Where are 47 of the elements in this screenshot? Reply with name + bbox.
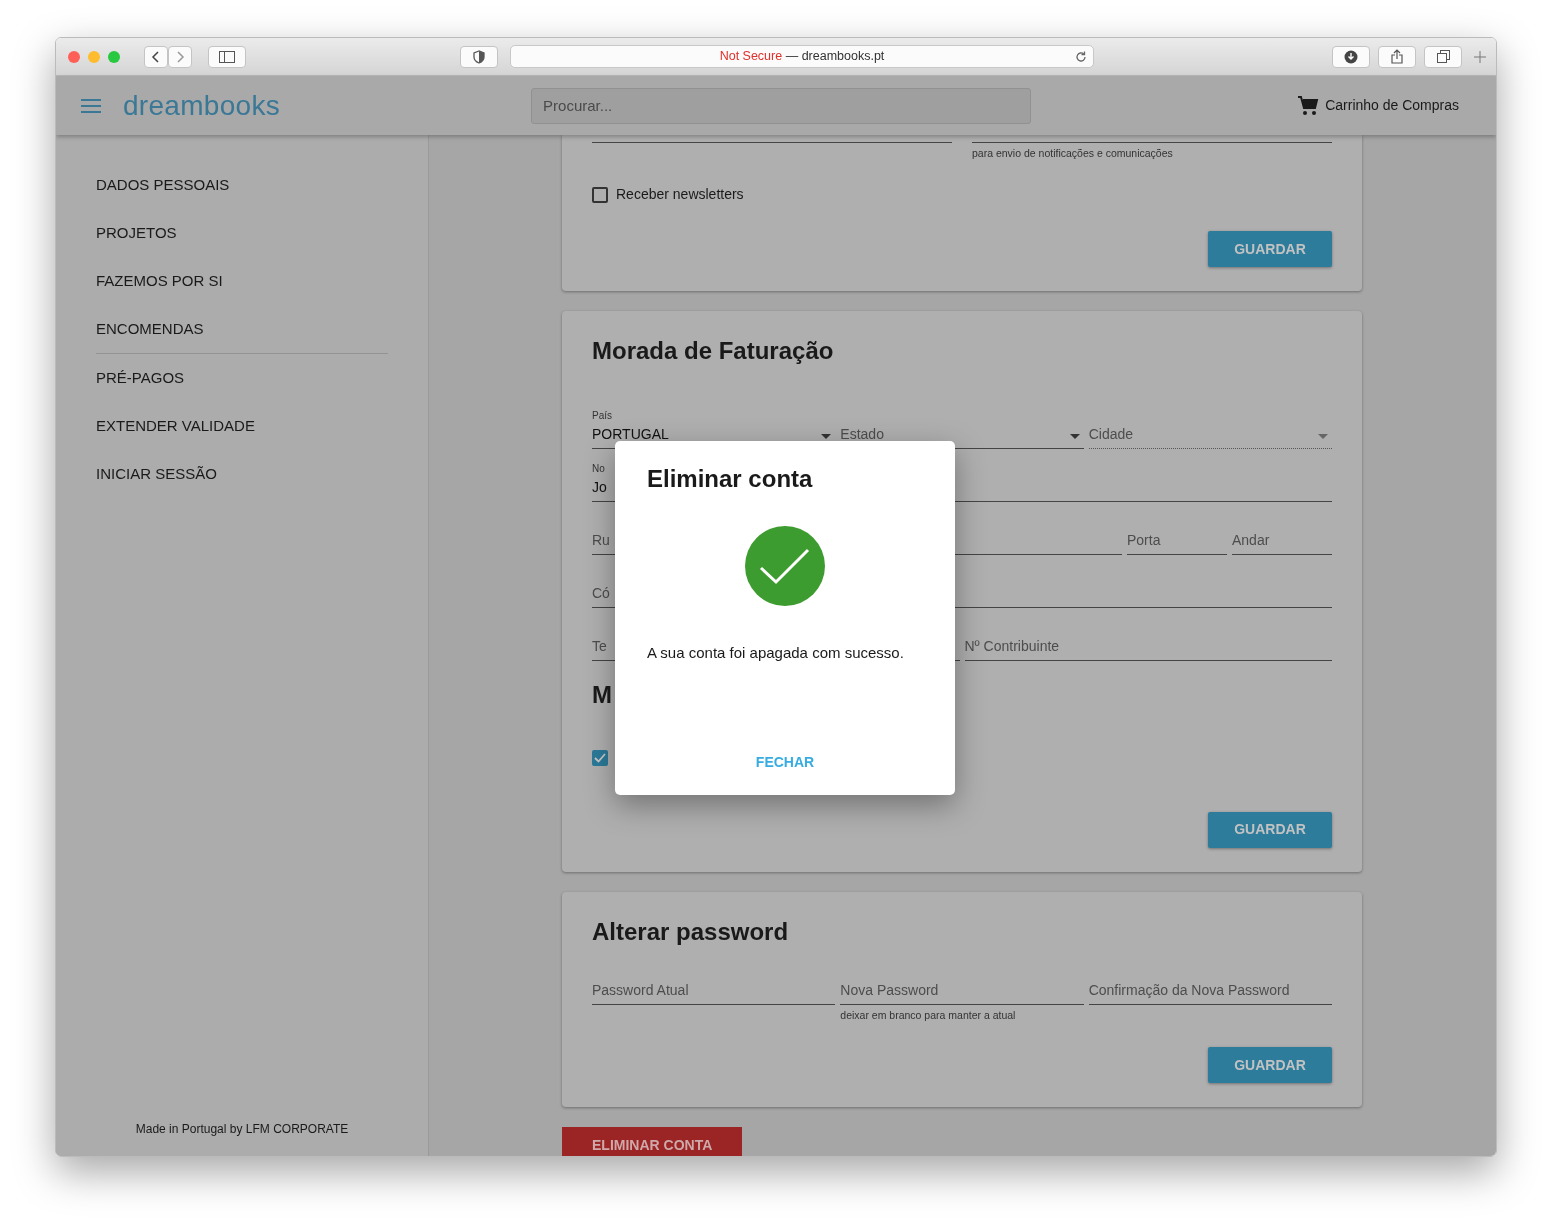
delete-account-button[interactable]: ELIMINAR CONTA [562, 1127, 743, 1156]
sidebar-item[interactable]: ENCOMENDAS [96, 305, 388, 353]
dropdown-caret-icon[interactable] [1318, 433, 1328, 439]
sidebar-button[interactable] [208, 45, 246, 68]
section-title: M [592, 680, 613, 710]
tabs-icon [1436, 50, 1450, 63]
helper-text: deixar em branco para manter a atual [840, 1008, 1017, 1023]
helper-text: para envio de notificações e comunicações [972, 146, 1174, 160]
input-field[interactable]: Password Atual [592, 976, 836, 1006]
sidebar-item[interactable]: FAZEMOS POR SI [96, 257, 388, 305]
cart-icon[interactable] [1297, 95, 1320, 116]
footer-text: Made in Portugal by LFM CORPORATE [134, 1121, 350, 1139]
sidebar-item[interactable]: EXTENDER VALIDADE [96, 402, 388, 450]
input-field[interactable]: Confirmação da Nova Password [1088, 976, 1332, 1006]
sidebar-item[interactable]: DADOS PESSOAIS [96, 161, 388, 209]
success-check-icon [745, 525, 825, 606]
chevron-right-icon [175, 50, 185, 63]
download-button[interactable] [1332, 45, 1370, 68]
section-title: Morada de Faturação [592, 337, 835, 366]
field-label: País [592, 408, 613, 420]
sidebar-item[interactable]: PROJETOS [96, 209, 388, 257]
checkbox[interactable] [592, 186, 608, 203]
input-field[interactable]: Porta [1127, 525, 1227, 555]
tabs-button[interactable] [1424, 45, 1462, 68]
download-icon [1344, 49, 1358, 64]
sidebar-item[interactable]: PRÉ-PAGOS [96, 354, 388, 402]
reload-icon[interactable] [1075, 50, 1087, 63]
section-title: Alterar password [592, 917, 790, 947]
shield-button[interactable] [460, 45, 498, 68]
share-button[interactable] [1378, 45, 1416, 68]
input-field[interactable]: Nova Password [840, 976, 1084, 1006]
chevron-left-icon [151, 50, 161, 63]
close-icon[interactable] [68, 50, 80, 63]
dialog-message: A sua conta foi apagada com sucesso. [647, 642, 905, 663]
checkbox[interactable] [592, 749, 608, 766]
sidebar-item[interactable]: INICIAR SESSÃO [96, 450, 388, 498]
checkbox-label: Receber newsletters [616, 185, 744, 204]
input-field[interactable]: Nº Contribuinte [964, 631, 1332, 661]
sidebar-icon [219, 50, 235, 63]
shield-icon [473, 49, 485, 64]
back-button[interactable] [144, 45, 168, 68]
search-field[interactable]: Procurar... [531, 87, 1032, 124]
input-field[interactable]: Andar [1232, 525, 1332, 555]
cart-link[interactable]: Carrinho de Compras [1325, 95, 1459, 116]
share-icon [1391, 49, 1403, 64]
dropdown-caret-icon[interactable] [1069, 433, 1080, 439]
field-label: No [592, 461, 606, 473]
